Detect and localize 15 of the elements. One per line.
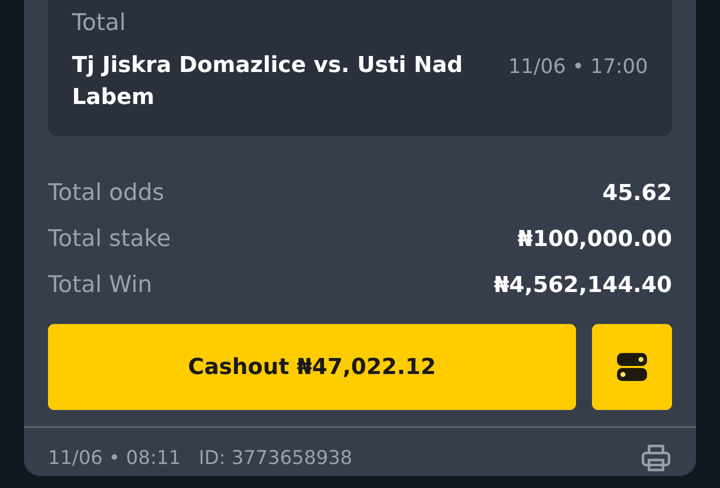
- toggle-button[interactable]: [592, 324, 672, 410]
- summary-value: ₦100,000.00: [518, 226, 672, 254]
- summary-value: ₦4,562,144.40: [494, 272, 672, 300]
- bet-id: ID: 3773658938: [198, 446, 352, 471]
- bet-datetime: 11/06 • 08:11: [48, 446, 181, 471]
- summary-label: Total Win: [48, 270, 152, 300]
- summary-value: 45.62: [602, 180, 672, 208]
- toggle-icon: [616, 351, 648, 383]
- summary-label: Total odds: [48, 178, 164, 208]
- print-icon[interactable]: [640, 442, 672, 474]
- cashout-button[interactable]: Cashout ₦47,022.12: [48, 324, 576, 410]
- market-label: Total: [72, 9, 127, 38]
- summary-label: Total stake: [48, 224, 171, 254]
- event-datetime: 11/06 • 17:00: [508, 53, 648, 80]
- event-name: Tj Jiskra Domazlice vs. Usti Nad Labem: [72, 52, 464, 112]
